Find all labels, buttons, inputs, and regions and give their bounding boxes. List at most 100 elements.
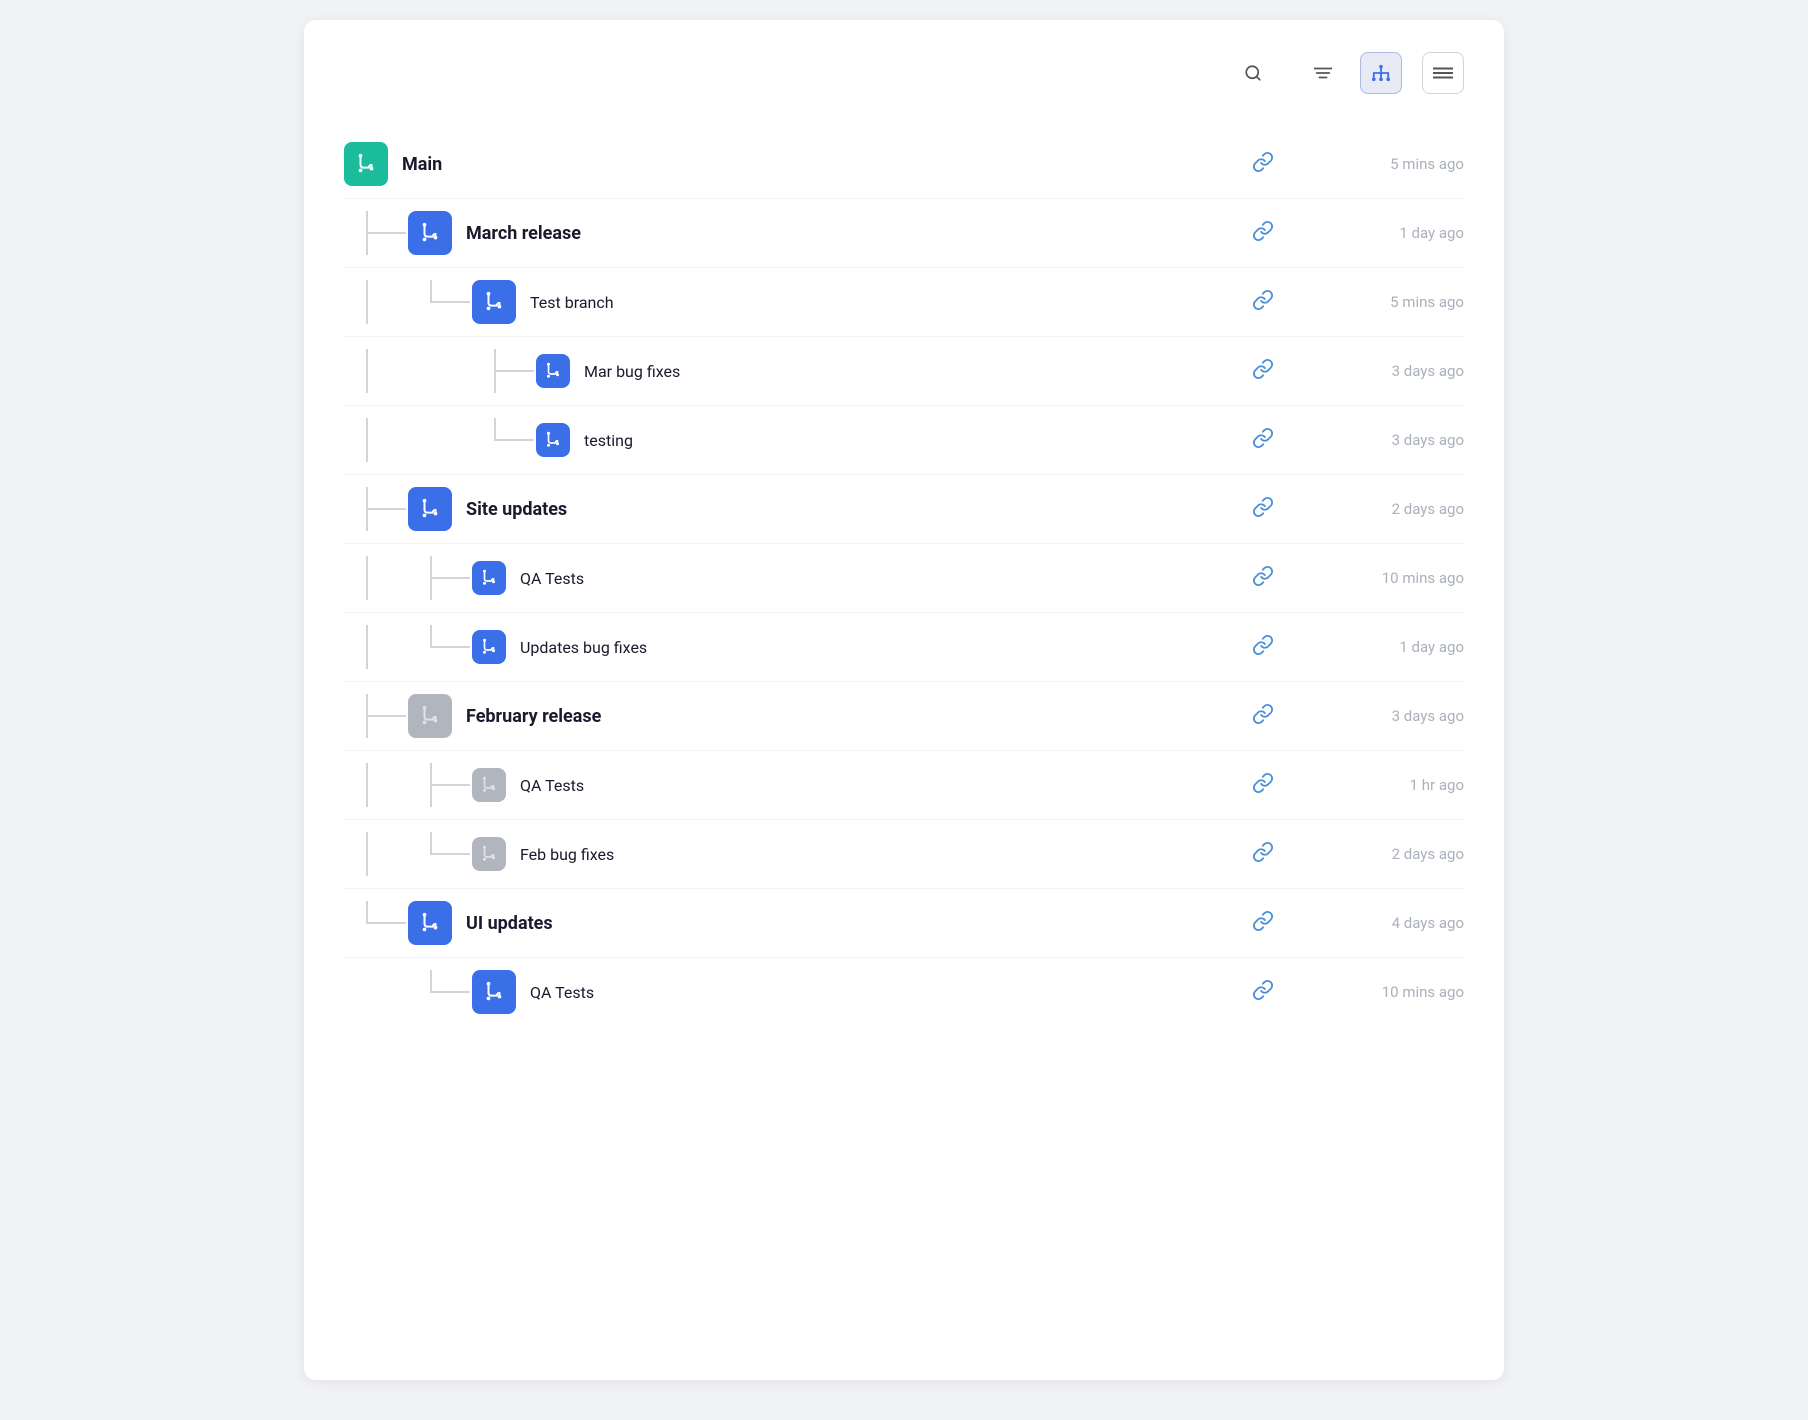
tree-connector	[344, 556, 472, 600]
h-line	[430, 577, 470, 579]
timestamp: 1 day ago	[1354, 638, 1464, 656]
list-item: Feb bug fixes 2 days ago	[344, 820, 1464, 889]
h-line	[430, 784, 470, 786]
environments-tree: Main 5 mins ago March release 1 day ago …	[344, 130, 1464, 1026]
link-button[interactable]	[1252, 289, 1274, 315]
main-card: Main 5 mins ago March release 1 day ago …	[304, 20, 1504, 1380]
v-line	[430, 832, 432, 854]
filter-button[interactable]	[1298, 62, 1340, 84]
tree-view-button[interactable]	[1360, 52, 1402, 94]
list-item: Mar bug fixes 3 days ago	[344, 337, 1464, 406]
timestamp: 3 days ago	[1354, 707, 1464, 725]
env-name: QA Tests	[520, 776, 584, 795]
env-name: Mar bug fixes	[584, 362, 680, 381]
env-icon	[408, 694, 452, 738]
list-item: QA Tests 1 hr ago	[344, 751, 1464, 820]
env-name: Updates bug fixes	[520, 638, 647, 657]
tree-connector	[344, 763, 472, 807]
tree-connector	[344, 625, 472, 669]
timestamp: 10 mins ago	[1354, 983, 1464, 1001]
v-line	[366, 349, 368, 393]
tree-connector	[344, 280, 472, 324]
env-icon	[472, 280, 516, 324]
env-name: February release	[466, 706, 601, 727]
tree-connector	[344, 970, 472, 1014]
list-item: Main 5 mins ago	[344, 130, 1464, 199]
tree-connector	[344, 901, 408, 945]
link-button[interactable]	[1252, 496, 1274, 522]
v-line	[366, 625, 368, 669]
tree-icon	[1370, 64, 1392, 82]
env-icon	[472, 837, 506, 871]
list-item: Site updates 2 days ago	[344, 475, 1464, 544]
env-name: Site updates	[466, 499, 567, 520]
tree-connector	[344, 487, 408, 531]
link-button[interactable]	[1252, 565, 1274, 591]
v-line	[430, 970, 432, 992]
v-line	[494, 418, 496, 440]
link-button[interactable]	[1252, 979, 1274, 1005]
tree-connector	[344, 418, 536, 462]
list-item: QA Tests 10 mins ago	[344, 544, 1464, 613]
link-button[interactable]	[1252, 220, 1274, 246]
v-line	[366, 556, 368, 600]
timestamp: 5 mins ago	[1354, 155, 1464, 173]
list-item: QA Tests 10 mins ago	[344, 958, 1464, 1026]
env-icon	[408, 211, 452, 255]
h-line	[430, 301, 470, 303]
timestamp: 5 mins ago	[1354, 293, 1464, 311]
env-icon	[472, 768, 506, 802]
link-button[interactable]	[1252, 358, 1274, 384]
timestamp: 3 days ago	[1354, 362, 1464, 380]
h-line	[430, 991, 470, 993]
env-icon	[472, 630, 506, 664]
h-line	[494, 439, 534, 441]
h-line	[366, 508, 406, 510]
env-icon	[472, 561, 506, 595]
env-icon	[408, 487, 452, 531]
list-item: Test branch 5 mins ago	[344, 268, 1464, 337]
h-line	[366, 922, 406, 924]
link-button[interactable]	[1252, 634, 1274, 660]
menu-button[interactable]	[1422, 52, 1464, 94]
env-name: UI updates	[466, 913, 553, 934]
list-item: March release 1 day ago	[344, 199, 1464, 268]
env-name: Main	[402, 154, 442, 175]
search-button[interactable]	[1236, 60, 1278, 86]
link-button[interactable]	[1252, 151, 1274, 177]
env-name: March release	[466, 223, 581, 244]
list-item: testing 3 days ago	[344, 406, 1464, 475]
v-line	[366, 901, 368, 923]
env-name: Feb bug fixes	[520, 845, 614, 864]
tree-connector	[344, 211, 408, 255]
page-header	[344, 52, 1464, 94]
timestamp: 3 days ago	[1354, 431, 1464, 449]
link-button[interactable]	[1252, 703, 1274, 729]
v-line	[366, 763, 368, 807]
link-button[interactable]	[1252, 427, 1274, 453]
tree-connector	[344, 349, 536, 393]
v-line	[430, 280, 432, 302]
hamburger-icon	[1433, 66, 1453, 80]
h-line	[366, 232, 406, 234]
link-button[interactable]	[1252, 772, 1274, 798]
timestamp: 4 days ago	[1354, 914, 1464, 932]
timestamp: 1 hr ago	[1354, 776, 1464, 794]
h-line	[430, 853, 470, 855]
tree-connector	[344, 694, 408, 738]
env-icon	[344, 142, 388, 186]
tree-connector	[344, 832, 472, 876]
h-line	[494, 370, 534, 372]
list-item: UI updates 4 days ago	[344, 889, 1464, 958]
link-button[interactable]	[1252, 841, 1274, 867]
timestamp: 2 days ago	[1354, 500, 1464, 518]
link-button[interactable]	[1252, 910, 1274, 936]
env-name: QA Tests	[530, 983, 594, 1002]
env-icon	[408, 901, 452, 945]
timestamp: 10 mins ago	[1354, 569, 1464, 587]
timestamp: 1 day ago	[1354, 224, 1464, 242]
env-name: QA Tests	[520, 569, 584, 588]
header-actions	[1236, 52, 1464, 94]
h-line	[430, 646, 470, 648]
v-line	[430, 625, 432, 647]
